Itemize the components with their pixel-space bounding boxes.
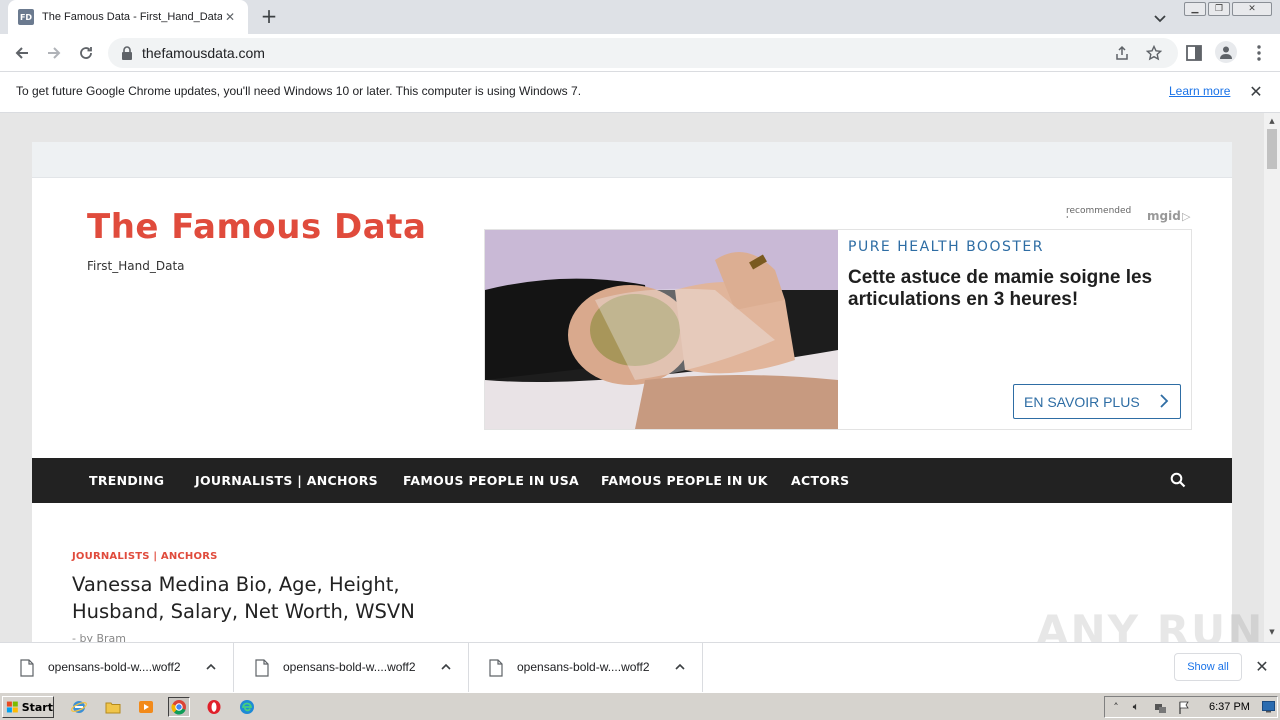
site-title[interactable]: The Famous Data [87, 207, 426, 247]
windows-taskbar: Start ˄ 🔈︎ 6:37 PM [0, 692, 1280, 720]
ad-cta-label: EN SAVOIR PLUS [1024, 393, 1140, 410]
site-main-nav: TRENDING JOURNALISTS | ANCHORS FAMOUS PE… [32, 458, 1232, 503]
chrome-taskbar-icon[interactable] [168, 697, 190, 717]
ad-play-icon: ▷ [1182, 210, 1191, 223]
tab-search-chevron-icon[interactable] [1152, 10, 1168, 26]
scroll-up-icon[interactable]: ▲ [1268, 117, 1276, 125]
address-bar[interactable]: thefamousdata.com [108, 38, 1178, 68]
network-icon[interactable] [1153, 700, 1167, 714]
new-tab-button[interactable]: + [258, 6, 280, 27]
site-top-bar [32, 142, 1232, 178]
scroll-thumb[interactable] [1267, 129, 1277, 169]
back-arrow-icon [15, 47, 28, 59]
download-filename: opensans-bold-w....woff2 [283, 660, 416, 674]
tab-title: The Famous Data - First_Hand_Data [42, 11, 222, 23]
file-explorer-icon[interactable] [102, 697, 124, 717]
browser-toolbar: thefamousdata.com [0, 34, 1280, 72]
nav-item-famous-people-usa[interactable]: FAMOUS PEOPLE IN USA [403, 473, 579, 488]
site-container: The Famous Data First_Hand_Data recommen… [32, 142, 1232, 642]
media-player-icon[interactable] [135, 697, 157, 717]
post-meta: - by Bram [72, 632, 126, 642]
ad-headline[interactable]: Cette astuce de mamie soigne les articul… [848, 267, 1178, 311]
url-text[interactable]: thefamousdata.com [142, 45, 265, 61]
ad-cta-button[interactable]: EN SAVOIR PLUS [1013, 384, 1181, 419]
profile-avatar[interactable] [1215, 41, 1237, 63]
taskbar-clock[interactable]: 6:37 PM [1209, 701, 1250, 713]
forward-button[interactable] [43, 42, 65, 64]
tab-strip: FD The Famous Data - First_Hand_Data ✕ +… [0, 0, 1280, 34]
start-label: Start [21, 700, 53, 714]
scroll-down-icon[interactable]: ▼ [1268, 628, 1276, 636]
nav-item-journalists-anchors[interactable]: JOURNALISTS | ANCHORS [195, 473, 378, 488]
share-icon[interactable] [1114, 45, 1130, 61]
site-favicon-icon: FD [18, 9, 34, 25]
site-tagline: First_Hand_Data [87, 259, 185, 273]
ad-sponsor[interactable]: PURE HEALTH BOOSTER [848, 239, 1044, 255]
opera-icon[interactable] [203, 697, 225, 717]
back-button[interactable] [11, 42, 33, 64]
file-icon [20, 659, 34, 677]
chevron-up-icon[interactable] [439, 660, 453, 674]
show-desktop-icon[interactable] [1261, 700, 1275, 714]
chevron-up-icon[interactable] [204, 660, 218, 674]
menu-kebab-icon[interactable] [1249, 43, 1269, 63]
infobar-close-icon[interactable]: ✕ [1248, 84, 1264, 100]
page-scrollbar[interactable]: ▲ ▼ [1264, 113, 1280, 642]
download-filename: opensans-bold-w....woff2 [517, 660, 650, 674]
ad-photo-knee [485, 230, 838, 429]
download-bar-close-icon[interactable]: ✕ [1254, 659, 1270, 675]
page-viewport: The Famous Data First_Hand_Data recommen… [0, 113, 1264, 642]
action-center-flag-icon[interactable] [1177, 700, 1191, 714]
minimize-button[interactable]: ▁ [1184, 2, 1206, 16]
sponsored-ad[interactable]: PURE HEALTH BOOSTER Cette astuce de mami… [484, 229, 1192, 430]
browser-tab[interactable]: FD The Famous Data - First_Hand_Data ✕ [8, 0, 248, 34]
profile-person-icon [1220, 46, 1232, 59]
restore-button[interactable]: ❐ [1208, 2, 1230, 16]
reload-icon [80, 47, 92, 59]
forward-arrow-icon [48, 47, 61, 59]
chevron-right-icon [1160, 394, 1169, 408]
post-category[interactable]: JOURNALISTS | ANCHORS [72, 551, 218, 562]
search-icon[interactable] [1170, 472, 1186, 488]
reload-button[interactable] [75, 42, 97, 64]
system-tray: ˄ 🔈︎ 6:37 PM [1104, 696, 1278, 718]
nav-item-trending[interactable]: TRENDING [89, 473, 164, 488]
infobar-message: To get future Google Chrome updates, you… [16, 84, 582, 98]
ad-image[interactable] [485, 230, 838, 429]
download-bar: opensans-bold-w....woff2 opensans-bold-w… [0, 642, 1280, 693]
download-filename: opensans-bold-w....woff2 [48, 660, 181, 674]
show-all-downloads-button[interactable]: Show all [1174, 653, 1242, 681]
nav-item-famous-people-uk[interactable]: FAMOUS PEOPLE IN UK [601, 473, 768, 488]
post-title[interactable]: Vanessa Medina Bio, Age, Height, Husband… [72, 571, 452, 625]
windows-logo-icon [6, 701, 18, 713]
ad-recommended-label: recommended by [1066, 206, 1132, 218]
volume-icon[interactable]: 🔈︎ [1129, 700, 1143, 714]
internet-explorer-icon[interactable] [68, 697, 90, 717]
download-item[interactable]: opensans-bold-w....woff2 [469, 643, 703, 693]
edge-icon[interactable] [236, 697, 258, 717]
file-icon [255, 659, 269, 677]
lock-icon[interactable] [120, 45, 134, 61]
download-item[interactable]: opensans-bold-w....woff2 [0, 643, 234, 693]
nav-item-actors[interactable]: ACTORS [791, 473, 849, 488]
close-window-button[interactable]: ✕ [1232, 2, 1272, 16]
tab-close-icon[interactable]: ✕ [222, 9, 238, 25]
bookmark-star-icon[interactable] [1146, 45, 1162, 61]
update-infobar: To get future Google Chrome updates, you… [0, 72, 1280, 113]
download-item[interactable]: opensans-bold-w....woff2 [235, 643, 469, 693]
start-button[interactable]: Start [2, 696, 54, 718]
side-panel-icon[interactable] [1184, 43, 1204, 63]
chevron-up-icon[interactable] [673, 660, 687, 674]
ad-brand-logo[interactable]: mgid [1147, 209, 1181, 223]
file-icon [489, 659, 503, 677]
tray-expand-icon[interactable]: ˄ [1109, 700, 1123, 714]
learn-more-link[interactable]: Learn more [1169, 84, 1230, 98]
